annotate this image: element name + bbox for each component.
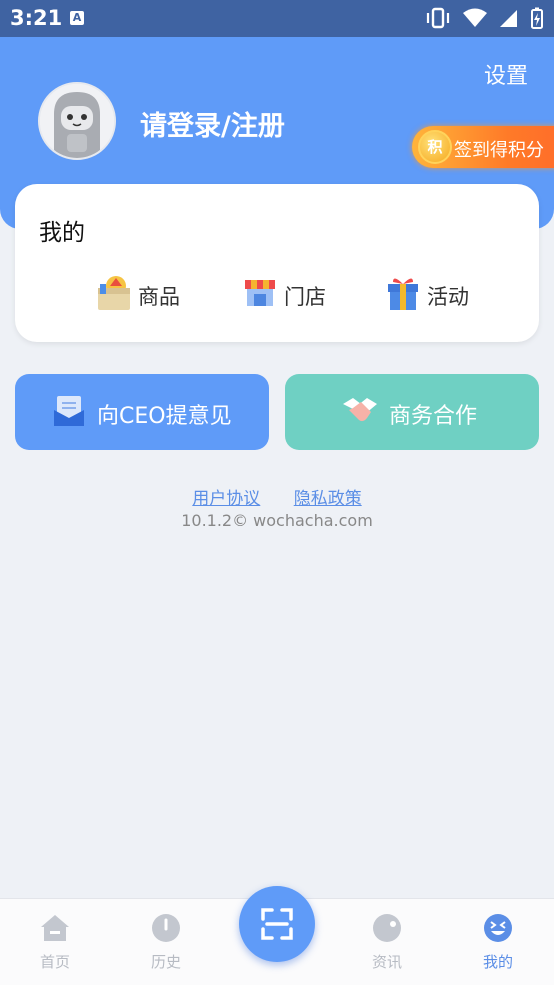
store-icon bbox=[245, 280, 275, 306]
scan-button[interactable] bbox=[239, 886, 315, 962]
user-agreement-link[interactable]: 用户协议 bbox=[192, 489, 260, 509]
tab-history[interactable]: 历史 bbox=[131, 913, 201, 972]
gift-icon bbox=[388, 278, 418, 310]
home-icon bbox=[41, 915, 69, 941]
points-coin-icon: 积 bbox=[418, 130, 452, 164]
feedback-letter-icon bbox=[54, 396, 84, 426]
default-avatar-icon bbox=[40, 84, 114, 158]
ceo-feedback-label: 向CEO提意见 bbox=[97, 404, 232, 429]
tab-news[interactable]: 资讯 bbox=[352, 913, 422, 972]
tab-mine[interactable]: 我的 bbox=[463, 913, 533, 972]
ceo-feedback-button[interactable]: 向CEO提意见 bbox=[15, 374, 269, 450]
checkin-points-button[interactable]: 积 签到得积分 bbox=[412, 126, 554, 168]
legal-links: 用户协议 隐私政策 bbox=[0, 484, 554, 509]
mine-card: 我的 商品 门店 活动 bbox=[15, 184, 539, 342]
login-register-link[interactable]: 请登录/注册 bbox=[140, 104, 285, 143]
scan-icon bbox=[261, 908, 293, 940]
status-bar: 3:21 A bbox=[0, 0, 554, 37]
checkin-label: 签到得积分 bbox=[454, 140, 544, 161]
wifi-icon bbox=[462, 8, 487, 27]
news-icon bbox=[373, 914, 401, 942]
status-time: 3:21 bbox=[10, 6, 63, 30]
business-cooperation-button[interactable]: 商务合作 bbox=[285, 374, 539, 450]
mine-item-label: 门店 bbox=[284, 285, 326, 309]
mine-face-icon bbox=[484, 914, 512, 942]
battery-icon bbox=[531, 7, 543, 29]
notification-a-icon: A bbox=[70, 11, 84, 25]
status-icons bbox=[419, 7, 544, 29]
mine-item-label: 商品 bbox=[138, 285, 180, 309]
settings-link[interactable]: 设置 bbox=[484, 58, 528, 90]
goods-box-icon bbox=[98, 276, 130, 310]
business-cooperation-label: 商务合作 bbox=[389, 404, 478, 429]
privacy-policy-link[interactable]: 隐私政策 bbox=[294, 489, 362, 509]
tab-label: 我的 bbox=[482, 953, 513, 971]
tab-label: 资讯 bbox=[371, 953, 402, 971]
signal-icon bbox=[499, 10, 517, 27]
tab-label: 首页 bbox=[39, 953, 70, 971]
mine-item-label: 活动 bbox=[427, 285, 469, 309]
tab-home[interactable]: 首页 bbox=[20, 913, 90, 972]
version-text: 10.1.2© wochacha.com bbox=[181, 511, 373, 530]
tab-label: 历史 bbox=[150, 953, 181, 971]
vibrate-icon bbox=[426, 7, 449, 29]
clock-icon bbox=[152, 914, 180, 942]
handshake-icon bbox=[343, 398, 377, 422]
mine-title: 我的 bbox=[39, 220, 85, 246]
avatar[interactable] bbox=[38, 82, 116, 160]
